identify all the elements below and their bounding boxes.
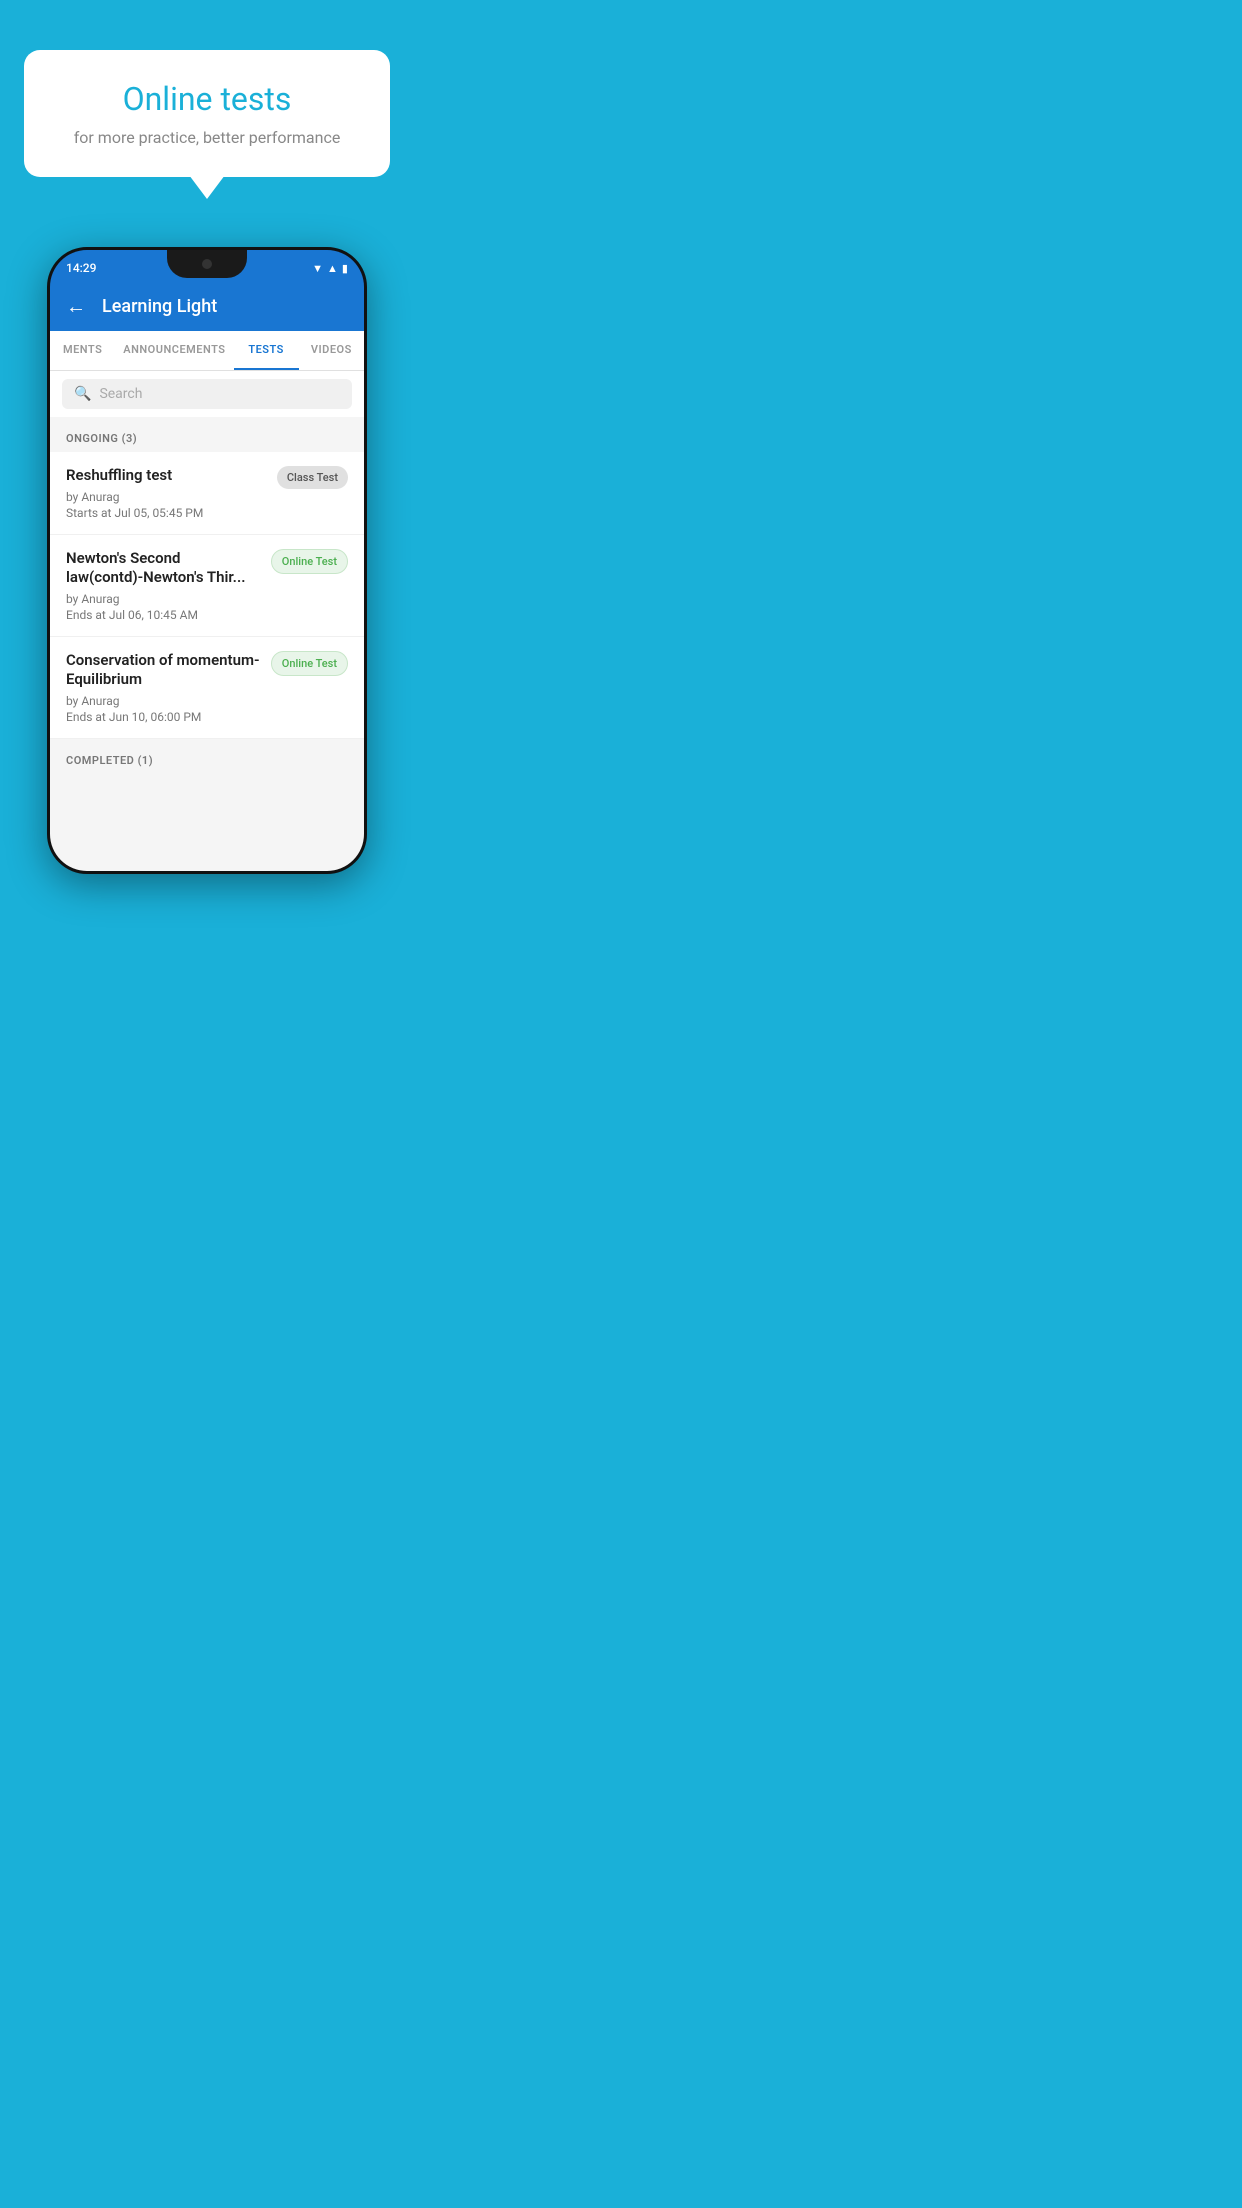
- search-input-wrapper[interactable]: 🔍 Search: [62, 379, 352, 409]
- test-title: Reshuffling test: [66, 466, 267, 486]
- search-bar: 🔍 Search: [50, 371, 364, 417]
- vol-up: [47, 330, 49, 358]
- vol-down: [47, 364, 49, 392]
- test-list: Reshuffling test by Anurag Starts at Jul…: [50, 452, 364, 739]
- test-badge: Online Test: [271, 549, 348, 574]
- phone-frame: 14:29 ▼ ▲ ▮ ← Learning Light MENTS ANNOU…: [47, 247, 367, 874]
- signal-icon: ▲: [327, 262, 338, 275]
- tab-tests[interactable]: TESTS: [234, 331, 299, 370]
- back-button[interactable]: ←: [66, 294, 86, 319]
- app-bar-title: Learning Light: [102, 296, 217, 317]
- test-badge: Class Test: [277, 466, 348, 489]
- test-time: Ends at Jul 06, 10:45 AM: [66, 608, 261, 622]
- test-item[interactable]: Conservation of momentum-Equilibrium by …: [50, 637, 364, 739]
- test-item-left: Reshuffling test by Anurag Starts at Jul…: [66, 466, 267, 520]
- tab-videos[interactable]: VIDEOS: [299, 331, 364, 370]
- hero-section: Online tests for more practice, better p…: [0, 0, 414, 207]
- test-author: by Anurag: [66, 694, 261, 708]
- completed-section-header: COMPLETED (1): [50, 739, 364, 774]
- camera: [202, 259, 212, 269]
- test-item-left: Newton's Second law(contd)-Newton's Thir…: [66, 549, 261, 622]
- status-time: 14:29: [66, 261, 96, 275]
- completed-label: COMPLETED (1): [66, 754, 153, 767]
- app-bar: ← Learning Light: [50, 282, 364, 331]
- test-title: Conservation of momentum-Equilibrium: [66, 651, 261, 690]
- test-time: Starts at Jul 05, 05:45 PM: [66, 506, 267, 520]
- phone-content: 🔍 Search ONGOING (3) Reshuffling test by…: [50, 371, 364, 871]
- speech-bubble: Online tests for more practice, better p…: [24, 50, 390, 177]
- hero-title: Online tests: [52, 80, 362, 118]
- phone-mockup: 14:29 ▼ ▲ ▮ ← Learning Light MENTS ANNOU…: [0, 247, 414, 874]
- test-item[interactable]: Newton's Second law(contd)-Newton's Thir…: [50, 535, 364, 637]
- search-icon: 🔍: [74, 386, 91, 402]
- test-title: Newton's Second law(contd)-Newton's Thir…: [66, 549, 261, 588]
- tab-announcements[interactable]: ANNOUNCEMENTS: [115, 331, 233, 370]
- wifi-icon: ▼: [312, 262, 323, 275]
- tab-bar: MENTS ANNOUNCEMENTS TESTS VIDEOS: [50, 331, 364, 371]
- test-time: Ends at Jun 10, 06:00 PM: [66, 710, 261, 724]
- power-button: [365, 350, 367, 410]
- tab-ments[interactable]: MENTS: [50, 331, 115, 370]
- battery-icon: ▮: [342, 262, 348, 275]
- status-icons: ▼ ▲ ▮: [312, 262, 348, 275]
- test-author: by Anurag: [66, 490, 267, 504]
- test-item-left: Conservation of momentum-Equilibrium by …: [66, 651, 261, 724]
- test-badge: Online Test: [271, 651, 348, 676]
- ongoing-section-header: ONGOING (3): [50, 417, 364, 452]
- phone-notch: [167, 250, 247, 278]
- volume-buttons: [47, 330, 49, 392]
- search-placeholder: Search: [99, 386, 142, 402]
- ongoing-label: ONGOING (3): [66, 432, 137, 445]
- test-author: by Anurag: [66, 592, 261, 606]
- hero-subtitle: for more practice, better performance: [52, 128, 362, 147]
- test-item[interactable]: Reshuffling test by Anurag Starts at Jul…: [50, 452, 364, 535]
